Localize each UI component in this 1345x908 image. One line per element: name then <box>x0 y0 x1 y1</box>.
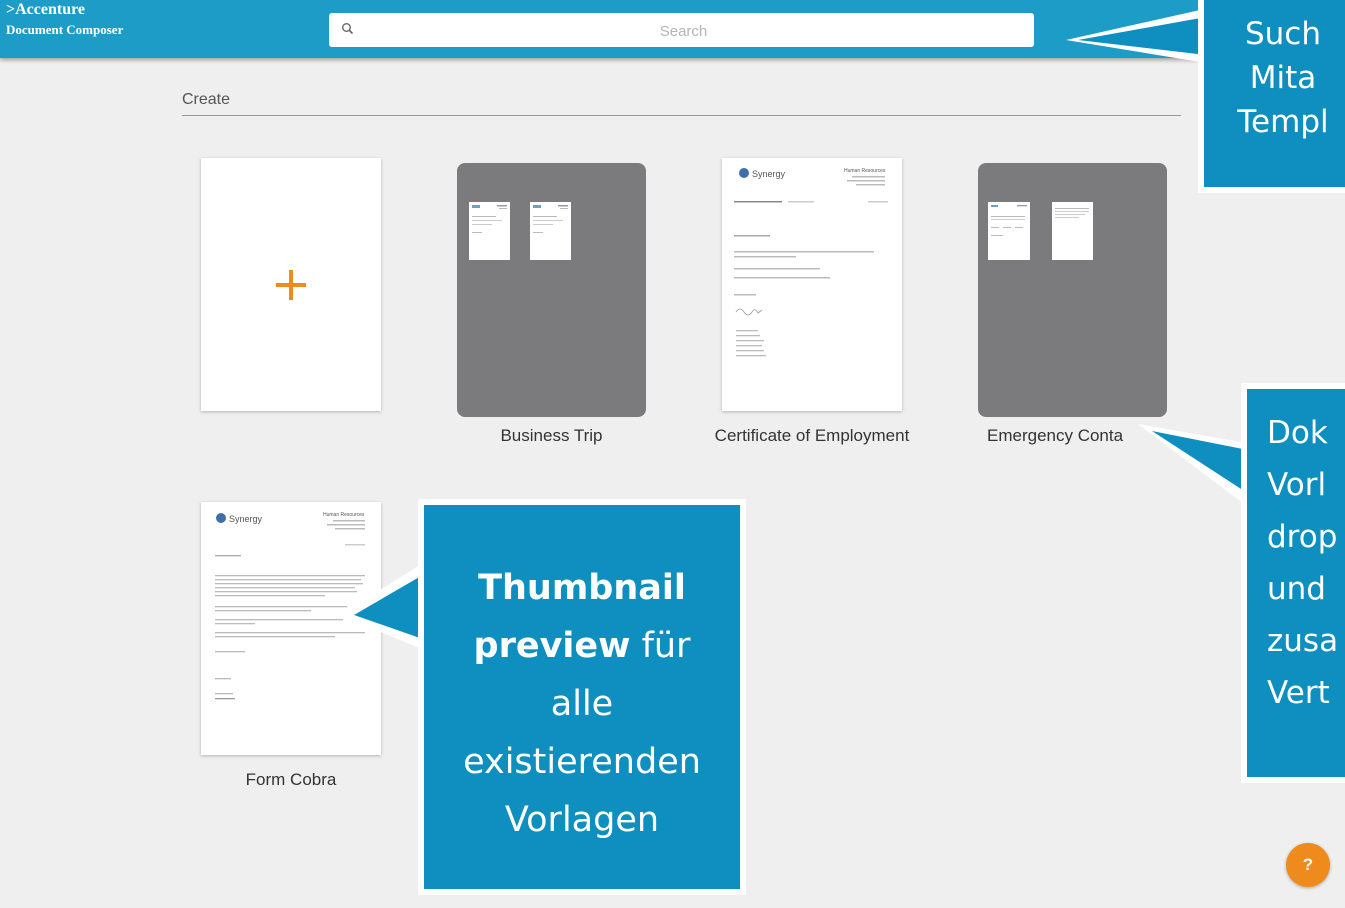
mini-page-thumbnail <box>988 202 1030 260</box>
callout-line: Templ <box>1237 104 1329 140</box>
section-divider <box>182 115 1181 116</box>
callout-bold-text: Thumbnail <box>478 568 686 608</box>
callout-line: drop <box>1267 519 1338 555</box>
callout-line: Vorl <box>1267 467 1327 503</box>
brand-name: >Accenture <box>6 1 86 18</box>
template-name: Form Cobra <box>245 770 337 789</box>
callout-line: Vorlagen <box>504 800 660 840</box>
brand[interactable]: >Accenture Document Composer <box>6 1 124 37</box>
dropdown-callout: Dok Vorl drop und zusa Vert <box>1241 383 1345 783</box>
mini-page-thumbnail <box>1052 202 1093 260</box>
callout-line: und <box>1267 571 1326 607</box>
callout-line: Dok <box>1267 415 1328 451</box>
callout-bold-text: preview <box>473 626 631 666</box>
thumbnail-logo: Synergy <box>752 169 786 179</box>
document-thumbnail: Synergy Human Resources <box>734 168 888 357</box>
template-tile-business-trip[interactable] <box>457 163 646 417</box>
callout-pointer-search <box>1066 10 1206 62</box>
callout-line: zusa <box>1267 623 1339 659</box>
product-name: Document Composer <box>6 22 124 37</box>
callout-line: Vert <box>1267 675 1330 711</box>
template-tile-emergency-contact[interactable] <box>978 163 1167 417</box>
search-box[interactable] <box>329 13 1038 49</box>
thumbnail-sender: Human Resources <box>323 512 365 518</box>
search-callout: Such Mita Templ <box>1198 0 1345 193</box>
callout-pointer-dropdown <box>1138 424 1258 510</box>
search-input[interactable] <box>329 13 1038 49</box>
mini-page-thumbnail <box>530 202 571 260</box>
callout-line: Such <box>1244 16 1322 52</box>
new-template-tile[interactable] <box>201 158 381 411</box>
mini-page-thumbnail <box>469 202 510 260</box>
thumbnail-logo: Synergy <box>229 514 263 524</box>
section-title: Create <box>182 91 231 108</box>
callout-text: für <box>630 626 691 666</box>
help-button[interactable]: ? <box>1286 843 1330 887</box>
thumbnail-callout: Thumbnail preview für alle existierenden… <box>418 499 746 895</box>
template-tile-certificate-of-employment[interactable]: Synergy Human Resources <box>722 158 902 411</box>
template-name: Emergency Conta <box>987 426 1124 445</box>
callout-line: existierenden <box>463 742 701 782</box>
plus-icon <box>276 269 306 300</box>
callout-line: alle <box>550 684 614 724</box>
template-name: Certificate of Employment <box>714 426 910 445</box>
callout-line: Mita <box>1249 60 1317 96</box>
thumbnail-sender: Human Resources <box>844 168 886 174</box>
template-name: Business Trip <box>500 426 603 445</box>
